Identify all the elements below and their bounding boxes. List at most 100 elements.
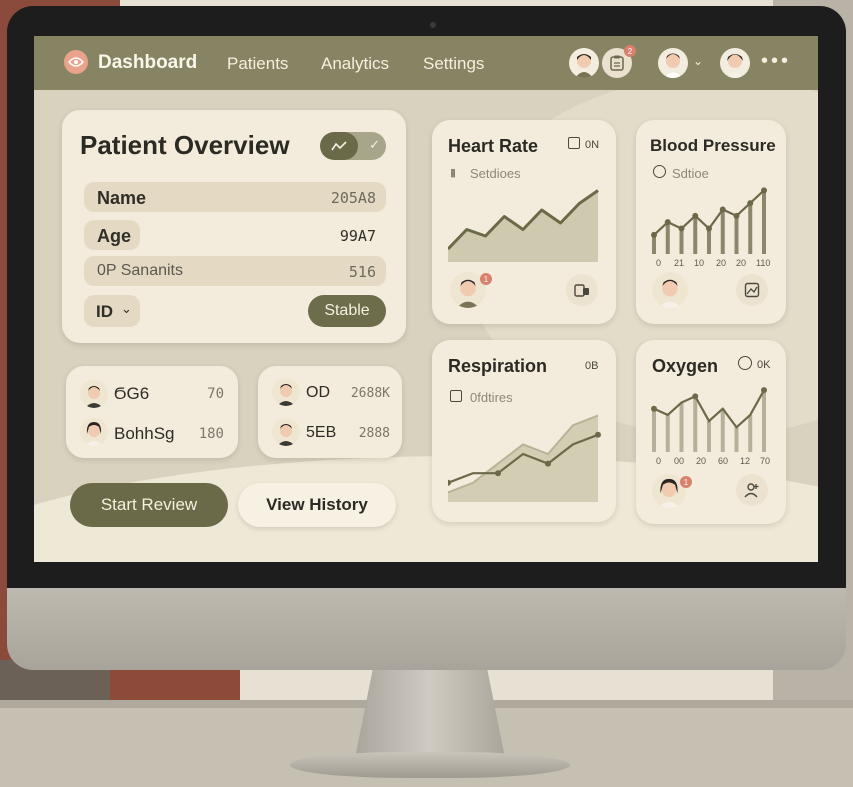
op-row: 0P Sananits 516 [84, 256, 386, 286]
monitor-stand [355, 668, 505, 758]
oxygen-point [761, 387, 767, 394]
oxygen-bar [679, 402, 684, 452]
bp-bar [748, 203, 753, 254]
device-icon[interactable] [566, 274, 598, 306]
bar-chart-icon: ▮ [450, 167, 457, 179]
oxygen-tick: 70 [760, 456, 771, 466]
bp-bar [734, 215, 739, 254]
bp-point [664, 219, 671, 226]
blood-pressure-title: Blood Pressure [650, 136, 776, 155]
camera-icon [430, 22, 436, 28]
nav-patients[interactable]: Patients [227, 54, 288, 74]
screen: Dashboard Patients Analytics Settings 2 … [34, 36, 818, 562]
respiration-point [545, 460, 551, 467]
brand-title[interactable]: Dashboard [98, 52, 197, 74]
user-avatar[interactable] [569, 48, 599, 78]
overview-title: Patient Overview [80, 130, 290, 160]
blood-pressure-card: Blood Pressure Sdtioe 0 21 10 20 20 110 [636, 120, 786, 324]
id-dropdown[interactable]: ID ⌄ [84, 295, 140, 327]
patient-avatar[interactable] [652, 272, 688, 308]
respiration-card: Respiration 0B 0fdtires [432, 340, 616, 522]
oxygen-point [651, 405, 657, 412]
status-stable-button[interactable]: Stable [308, 295, 386, 327]
heart-rate-area [448, 190, 598, 262]
top-navigation-bar: Dashboard Patients Analytics Settings 2 … [34, 36, 818, 90]
check-icon[interactable]: ✓ [369, 137, 380, 153]
patient-value: 180 [198, 426, 224, 442]
patient-value: 2888 [358, 426, 390, 441]
heart-rate-card: Heart Rate 0N ▮ Setdioes 1 [432, 120, 616, 324]
name-value: 205A8 [330, 189, 376, 207]
patient-value: 2688K [350, 386, 390, 401]
name-label: Name [97, 188, 147, 208]
patient-name[interactable]: BohhSg [114, 424, 175, 444]
id-label: ID [96, 302, 113, 321]
gauge-icon [738, 356, 752, 370]
oxygen-tick: 60 [718, 456, 729, 466]
bp-bar [707, 228, 711, 254]
oxygen-point [692, 393, 699, 400]
oxygen-bar [652, 408, 656, 452]
profile-avatar[interactable] [720, 48, 750, 78]
nav-settings[interactable]: Settings [423, 54, 484, 74]
bp-bar [762, 190, 766, 254]
chevron-down-icon: ⌄ [121, 301, 132, 316]
oxygen-bar [665, 414, 670, 452]
name-row: Name 205A8 [84, 182, 386, 212]
op-value: 516 [348, 263, 376, 281]
age-row: Age 99A7 [84, 220, 386, 250]
patient-list-card-left: ϬG6 70 BohhSg 180 [66, 366, 238, 458]
more-options-icon[interactable]: ••• [761, 50, 791, 73]
view-history-button[interactable]: View History [238, 483, 396, 527]
alert-badge: 1 [480, 273, 492, 285]
respiration-chart [448, 414, 601, 502]
patient-name[interactable]: ϬG6 [114, 384, 149, 404]
doctor-avatar[interactable] [658, 48, 688, 78]
start-review-button[interactable]: Start Review [70, 483, 228, 527]
image-report-icon[interactable] [736, 274, 768, 306]
bp-tick: 10 [694, 258, 705, 268]
oxygen-status: 0K [757, 359, 771, 371]
nav-analytics[interactable]: Analytics [321, 54, 389, 74]
patient-name[interactable]: OD [306, 384, 330, 402]
clock-icon [653, 165, 666, 178]
op-label: 0P Sananits [97, 262, 183, 279]
bp-point [692, 212, 699, 219]
heart-rate-subtitle: Setdioes [470, 166, 521, 181]
bp-point [651, 231, 657, 238]
patient-list-card-right: OD 2688K 5EB 2888 [258, 366, 402, 458]
heart-rate-title: Heart Rate [448, 136, 539, 156]
oxygen-bar [762, 390, 766, 452]
oxygen-bar [720, 408, 725, 452]
oxygen-title: Oxygen [652, 356, 719, 376]
bp-tick: 0 [656, 258, 662, 268]
respiration-status: 0B [585, 360, 599, 372]
bp-point [733, 212, 740, 219]
respiration-area [448, 415, 598, 502]
chevron-down-icon[interactable]: ⌄ [693, 54, 703, 68]
oxygen-tick: 12 [740, 456, 751, 466]
patient-avatar [272, 378, 300, 406]
blood-pressure-subtitle: Sdtioe [672, 166, 709, 181]
add-user-icon[interactable] [736, 474, 768, 506]
bp-point [706, 225, 712, 232]
view-toggle[interactable]: ✓ [320, 132, 386, 160]
monitor-base [290, 752, 570, 778]
notification-badge: 2 [624, 45, 636, 57]
respiration-point [495, 470, 501, 477]
eye-logo-icon[interactable] [64, 50, 88, 74]
blood-pressure-chart [651, 187, 767, 254]
respiration-subtitle: 0fdtires [470, 390, 513, 405]
patient-name[interactable]: 5EB [306, 424, 336, 442]
respiration-point [595, 431, 601, 438]
oxygen-bar [748, 414, 753, 452]
patient-overview-card: Patient Overview ✓ Name 205A8 Age 99A7 0… [62, 110, 406, 343]
bp-tick: 110 [756, 258, 771, 268]
monitor-chin [7, 588, 846, 670]
oxygen-tick: 20 [696, 456, 707, 466]
patient-value: 70 [207, 386, 224, 402]
chart-view-icon[interactable] [320, 132, 358, 160]
alert-badge: 1 [680, 476, 692, 488]
heart-rate-chart [448, 189, 599, 262]
bp-bar [665, 222, 670, 254]
